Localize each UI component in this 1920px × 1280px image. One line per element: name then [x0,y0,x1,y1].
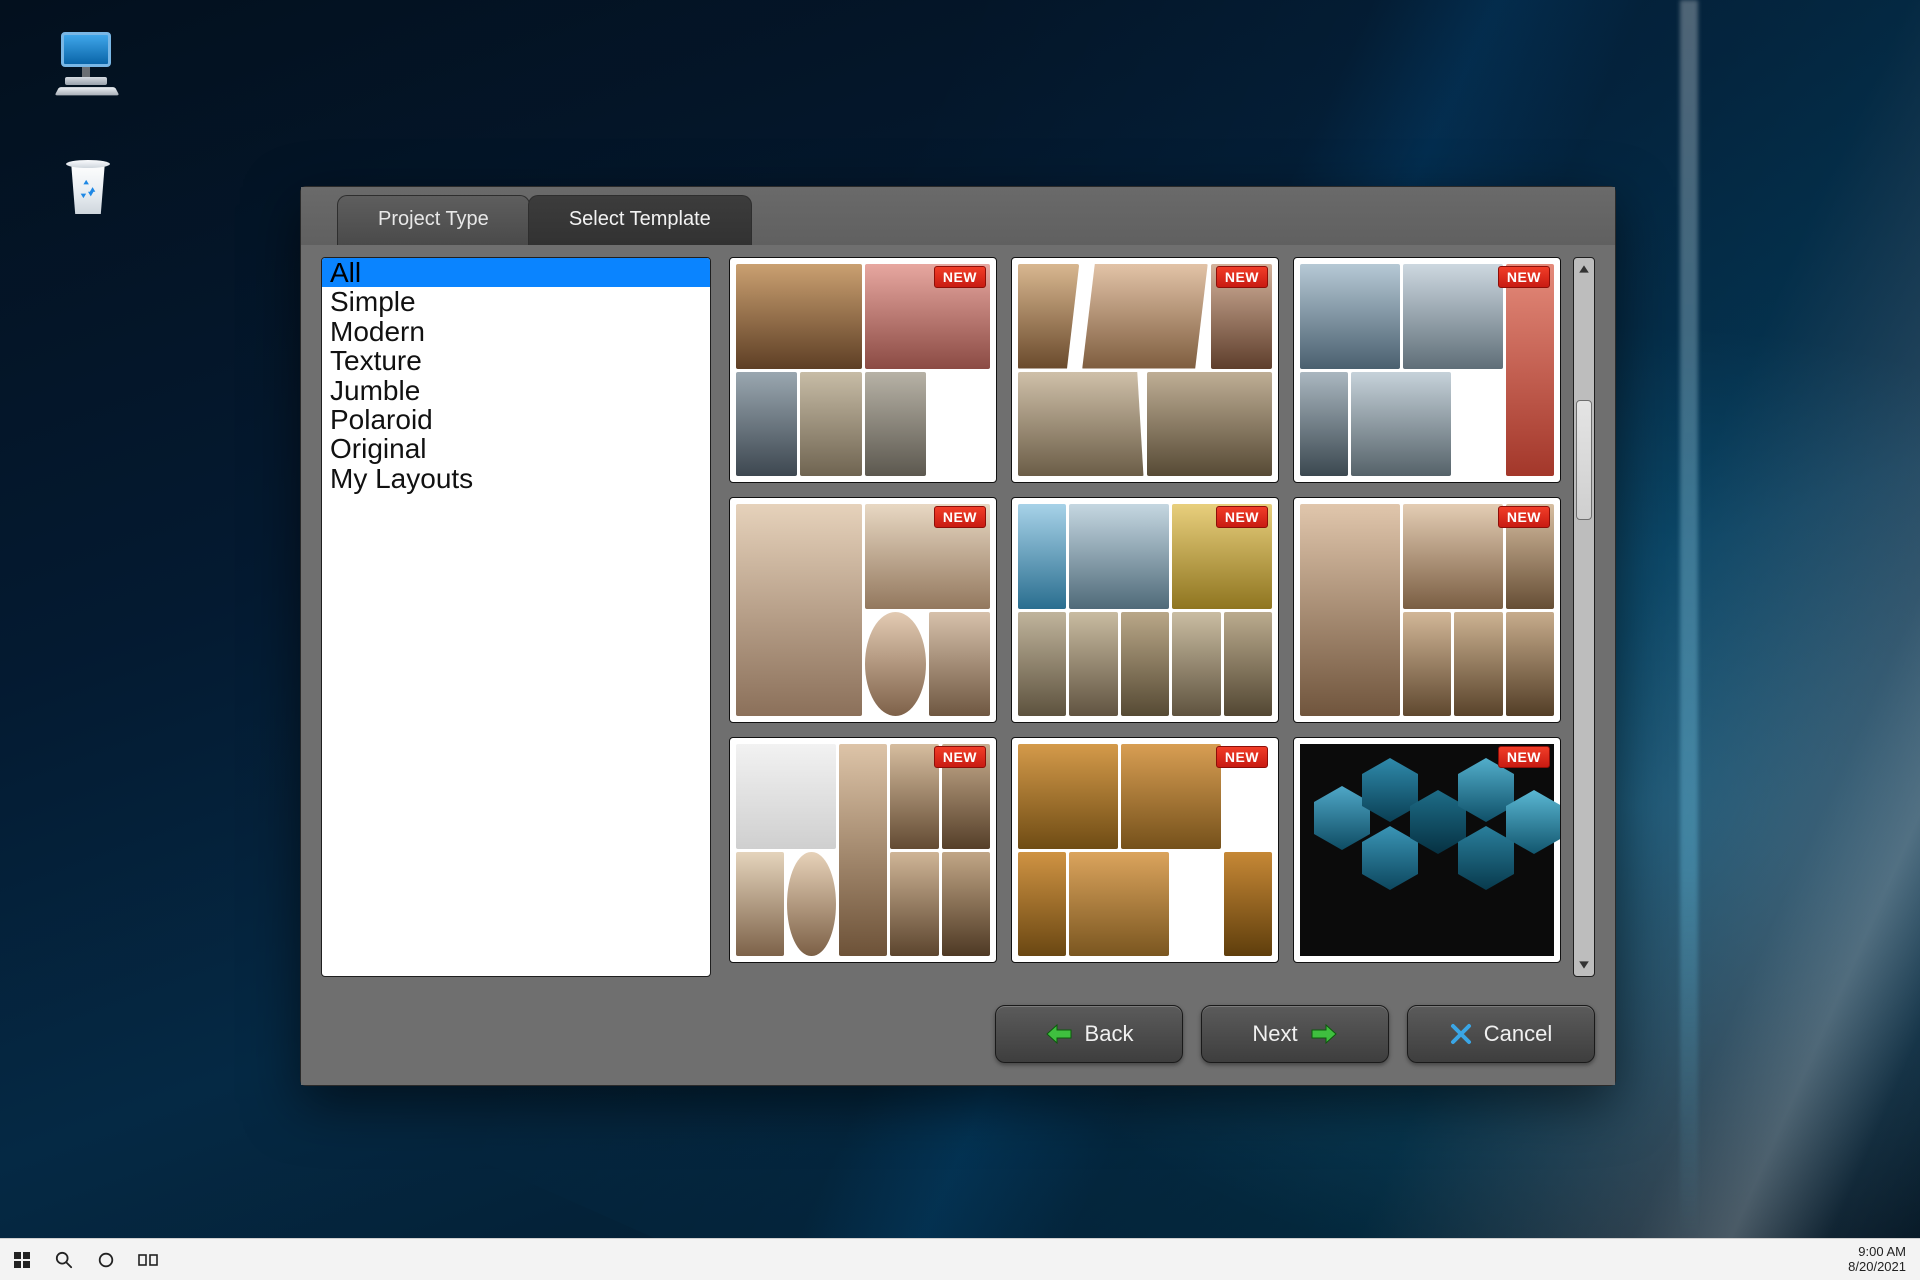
category-texture[interactable]: Texture [322,346,710,375]
arrow-left-icon [1045,1023,1073,1045]
category-original[interactable]: Original [322,434,710,463]
category-modern[interactable]: Modern [322,317,710,346]
search-icon [55,1251,73,1269]
category-label: Original [330,433,426,464]
template-card[interactable]: NEW [1011,737,1279,963]
template-card[interactable]: NEW [729,497,997,723]
desktop-icon-this-pc[interactable] [38,32,138,98]
tab-label: Project Type [378,208,489,230]
template-card[interactable]: NEW [1011,257,1279,483]
button-label: Back [1085,1021,1134,1047]
taskbar-taskview-button[interactable] [138,1250,158,1270]
wizard-body: All Simple Modern Texture Jumble Polaroi… [301,245,1615,989]
template-card[interactable]: NEW [1011,497,1279,723]
category-all[interactable]: All [322,258,710,287]
task-view-icon [138,1252,158,1268]
start-button[interactable] [12,1250,32,1270]
gallery-scrollbar[interactable] [1573,257,1595,977]
desktop: Project Type Select Template All Simple … [0,0,1920,1238]
wizard-footer: Back Next Cancel [301,989,1615,1085]
new-badge: NEW [934,746,986,768]
back-button[interactable]: Back [995,1005,1183,1063]
taskbar-clock[interactable]: 9:00 AM 8/20/2021 [1848,1245,1920,1275]
close-icon [1450,1023,1472,1045]
scroll-track[interactable] [1574,280,1594,954]
category-label: Jumble [330,375,420,406]
template-card[interactable]: NEW [729,737,997,963]
new-badge: NEW [1498,746,1550,768]
wizard-tabs: Project Type Select Template [301,187,1615,245]
category-my-layouts[interactable]: My Layouts [322,464,710,493]
template-gallery-wrap: NEW NEW NEW NEW [729,257,1595,977]
this-pc-icon [53,32,123,92]
new-badge: NEW [934,266,986,288]
template-card[interactable]: NEW [729,257,997,483]
new-badge: NEW [1216,506,1268,528]
template-card[interactable]: NEW [1293,257,1561,483]
category-label: All [330,257,361,288]
category-simple[interactable]: Simple [322,287,710,316]
windows-logo-icon [14,1252,30,1268]
arrow-right-icon [1310,1023,1338,1045]
template-gallery: NEW NEW NEW NEW [729,257,1567,977]
category-label: My Layouts [330,463,473,494]
recycle-arrows-icon [77,178,99,200]
scroll-up-icon[interactable] [1574,258,1594,280]
taskbar-cortana-button[interactable] [96,1250,116,1270]
new-badge: NEW [1216,746,1268,768]
new-badge: NEW [1216,266,1268,288]
template-wizard-window: Project Type Select Template All Simple … [300,186,1616,1086]
category-label: Texture [330,345,422,376]
taskbar: 9:00 AM 8/20/2021 [0,1238,1920,1280]
category-label: Polaroid [330,404,433,435]
new-badge: NEW [1498,506,1550,528]
tab-label: Select Template [569,208,711,230]
hex-collage [1300,744,1554,956]
taskbar-search-button[interactable] [54,1250,74,1270]
scroll-thumb[interactable] [1576,400,1592,520]
template-card[interactable]: NEW [1293,737,1561,963]
circle-icon [97,1251,115,1269]
category-jumble[interactable]: Jumble [322,376,710,405]
cancel-button[interactable]: Cancel [1407,1005,1595,1063]
tab-project-type[interactable]: Project Type [337,195,530,245]
wallpaper-vertical-beam [1680,0,1698,1238]
scroll-down-icon[interactable] [1574,954,1594,976]
tab-select-template[interactable]: Select Template [528,195,752,245]
category-label: Modern [330,316,425,347]
category-label: Simple [330,286,416,317]
taskbar-time: 9:00 AM [1848,1245,1906,1260]
taskbar-date: 8/20/2021 [1848,1260,1906,1275]
next-button[interactable]: Next [1201,1005,1389,1063]
category-polaroid[interactable]: Polaroid [322,405,710,434]
button-label: Next [1252,1021,1297,1047]
recycle-bin-icon [53,160,123,220]
desktop-icon-recycle-bin[interactable] [38,160,138,226]
template-card[interactable]: NEW [1293,497,1561,723]
button-label: Cancel [1484,1021,1552,1047]
category-list: All Simple Modern Texture Jumble Polaroi… [321,257,711,977]
new-badge: NEW [934,506,986,528]
new-badge: NEW [1498,266,1550,288]
